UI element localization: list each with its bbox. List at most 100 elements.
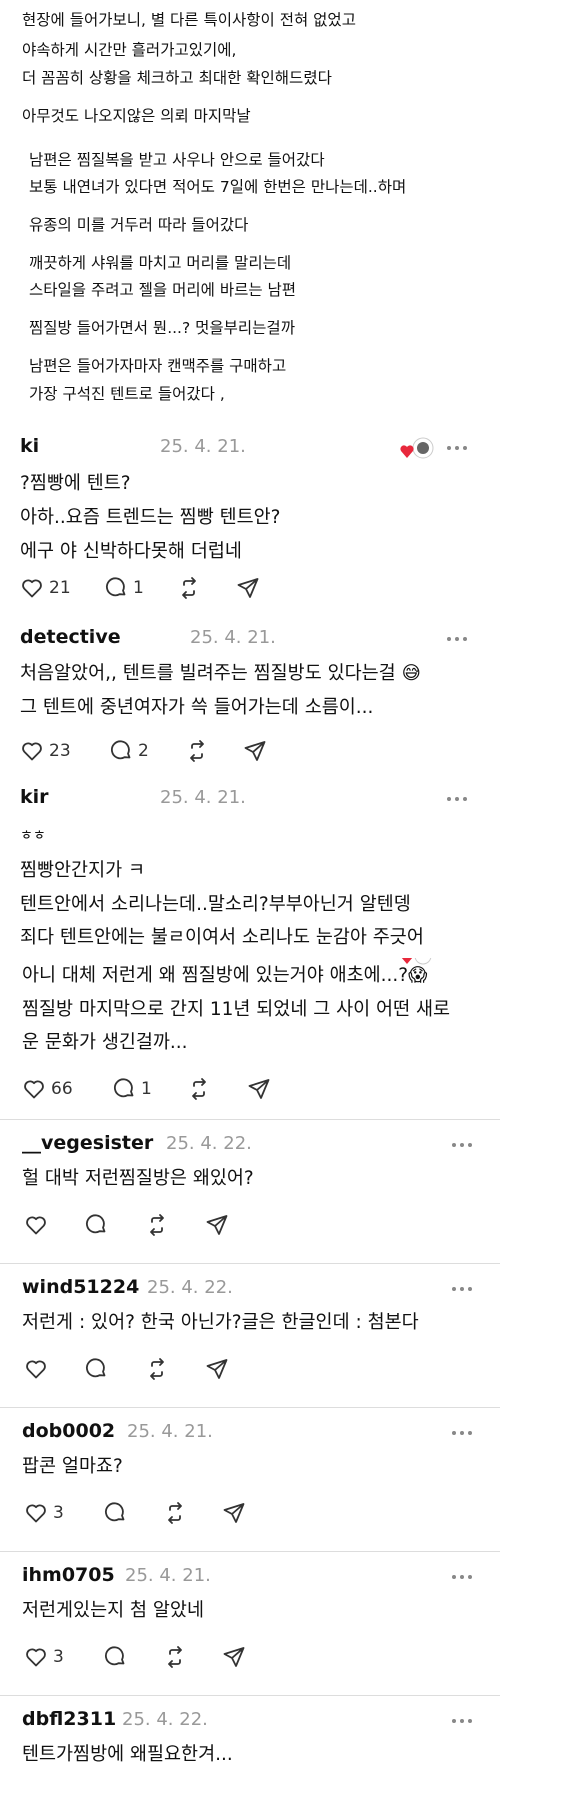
post-body: 현장에 들어가보니, 별 다른 특이사항이 전혀 없었고 야속하게 시간만 흘러…: [0, 0, 561, 420]
post-text-line: 현장에 들어가보니, 별 다른 특이사항이 전혀 없었고: [22, 11, 356, 29]
like-button[interactable]: [24, 1356, 48, 1382]
like-button[interactable]: 21: [20, 575, 71, 601]
heart-icon: [26, 1360, 46, 1379]
repost-icon: [150, 1214, 164, 1236]
comment-bubble-icon: [106, 577, 126, 597]
share-button[interactable]: [222, 1500, 246, 1526]
reply-text-line: 저런게있는지 첨 알았네: [22, 1600, 204, 1621]
username[interactable]: ihm0705: [22, 1564, 115, 1586]
reply-text-line: 에구 야 신박하다못해 더럽네: [20, 541, 242, 562]
like-button[interactable]: 66: [22, 1076, 73, 1102]
comment-bubble-icon: [105, 1646, 125, 1666]
reply-text-line: 저런게 : 있어? 한국 아닌가?글은 한글인데 : 첨본다: [22, 1312, 419, 1333]
heart-icon: [26, 1648, 46, 1667]
more-icon[interactable]: [452, 1284, 474, 1294]
post-text-line: 아무것도 나오지않은 의뢰 마지막날: [22, 107, 251, 125]
reply-card: ki 25. 4. 21. ?찜빵에 텐트? 아하..요즘 트렌드는 찜빵 텐트…: [0, 420, 561, 616]
reply-date: 25. 4. 21.: [127, 1421, 213, 1442]
more-icon[interactable]: [452, 1428, 474, 1438]
comment-button[interactable]: [103, 1500, 127, 1526]
like-count: 21: [49, 578, 71, 598]
like-button[interactable]: [24, 1212, 48, 1238]
reply-text-line: 팝콘 얼마죠?: [22, 1456, 123, 1477]
comment-bubble-icon: [105, 1502, 125, 1522]
reply-text-line: 처음알았어,, 텐트를 빌려주는 찜질방도 있다는걸 😅: [20, 663, 421, 684]
repost-button[interactable]: [177, 575, 201, 601]
repost-button[interactable]: [185, 738, 209, 764]
more-icon[interactable]: [447, 443, 469, 453]
username[interactable]: dob0002: [22, 1420, 115, 1442]
post-text-line: 유종의 미를 거두러 따라 들어갔다: [29, 216, 249, 234]
share-button[interactable]: [205, 1356, 229, 1382]
comment-bubble-icon: [86, 1358, 106, 1378]
repost-icon: [150, 1358, 164, 1380]
comment-count: 2: [138, 741, 149, 761]
repost-icon: [182, 577, 196, 599]
reply-text-line: 운 문화가 생긴걸까...: [22, 1032, 188, 1053]
send-icon: [223, 1647, 245, 1667]
more-icon[interactable]: [452, 1572, 474, 1582]
share-button[interactable]: [205, 1212, 229, 1238]
comment-button[interactable]: [84, 1356, 108, 1382]
share-button[interactable]: [236, 575, 260, 601]
reply-text-line: 텐트가찜방에 왜필요한겨...: [22, 1744, 233, 1765]
like-count: 3: [53, 1503, 64, 1523]
reply-card: detective 25. 4. 21. 처음알았어,, 텐트를 빌려주는 찜질…: [0, 616, 561, 776]
username[interactable]: detective: [20, 626, 121, 648]
comment-bubble-icon: [114, 1078, 134, 1098]
reply-text-line: 아니 대체 저런게 왜 찜질방에 있는거야 애초에...?😱: [22, 965, 428, 986]
reply-date: 25. 4. 21.: [190, 627, 276, 648]
post-text-line: 깨끗하게 샤워를 마치고 머리를 말리는데: [29, 254, 292, 272]
reply-card: wind51224 25. 4. 22. 저런게 : 있어? 한국 아닌가?글은…: [0, 1264, 561, 1408]
like-button[interactable]: 3: [24, 1500, 64, 1526]
heart-icon: [26, 1504, 46, 1523]
repost-icon: [168, 1502, 182, 1524]
reply-card: ihm0705 25. 4. 21. 저런게있는지 첨 알았네 3: [0, 1552, 561, 1696]
post-text-line: 더 꼼꼼히 상황을 체크하고 최대한 확인해드렸다: [22, 69, 332, 87]
post-text-line: 남편은 찜질복을 받고 사우나 안으로 들어갔다: [29, 151, 325, 169]
more-icon[interactable]: [452, 1716, 474, 1726]
reply-text-line: 텐트안에서 소리나는데..말소리?부부아닌거 알텐뎅: [20, 894, 411, 915]
reply-text-line: ?찜빵에 텐트?: [20, 473, 131, 494]
share-button[interactable]: [243, 738, 267, 764]
post-text-line: 남편은 들어가자마자 캔맥주를 구매하고: [29, 357, 287, 375]
more-icon[interactable]: [447, 634, 469, 644]
comment-button[interactable]: 1: [112, 1076, 152, 1102]
username[interactable]: __vegesister: [22, 1132, 153, 1154]
post-text-line: 가장 구석진 텐트로 들어갔다 ,: [29, 385, 225, 403]
comment-button[interactable]: [84, 1212, 108, 1238]
reply-date: 25. 4. 22.: [122, 1709, 208, 1730]
repost-button[interactable]: [163, 1644, 187, 1670]
reply-text-line: 헐 대박 저런찜질방은 왜있어?: [22, 1168, 254, 1189]
reply-date: 25. 4. 21.: [125, 1565, 211, 1586]
heart-icon: [22, 579, 42, 598]
more-icon[interactable]: [452, 1140, 474, 1150]
send-icon: [223, 1503, 245, 1523]
share-button[interactable]: [247, 1076, 271, 1102]
post-text-line: 야속하게 시간만 흘러가고있기에,: [22, 41, 237, 59]
reply-card: __vegesister 25. 4. 22. 헐 대박 저런찜질방은 왜있어?: [0, 1120, 561, 1264]
comment-bubble-icon: [111, 740, 131, 760]
like-button[interactable]: 3: [24, 1644, 64, 1670]
username[interactable]: wind51224: [22, 1276, 139, 1298]
repost-icon: [192, 1078, 206, 1100]
username[interactable]: kir: [20, 786, 49, 808]
reply-date: 25. 4. 22.: [166, 1133, 252, 1154]
like-button[interactable]: 23: [20, 738, 71, 764]
comment-button[interactable]: 1: [104, 575, 144, 601]
username[interactable]: dbfl2311: [22, 1708, 116, 1730]
more-icon[interactable]: [447, 794, 469, 804]
reply-text-line: 죄다 텐트안에는 불ㄹ이여서 소리나도 눈감아 주긋어: [20, 927, 424, 948]
repost-icon: [168, 1646, 182, 1668]
comment-button[interactable]: 2: [109, 738, 149, 764]
share-button[interactable]: [222, 1644, 246, 1670]
like-count: 23: [49, 741, 71, 761]
send-icon: [244, 741, 266, 761]
comment-button[interactable]: [103, 1644, 127, 1670]
repost-button[interactable]: [145, 1356, 169, 1382]
repost-button[interactable]: [163, 1500, 187, 1526]
repost-button[interactable]: [187, 1076, 211, 1102]
username[interactable]: ki: [20, 435, 39, 457]
like-count: 3: [53, 1647, 64, 1667]
repost-button[interactable]: [145, 1212, 169, 1238]
